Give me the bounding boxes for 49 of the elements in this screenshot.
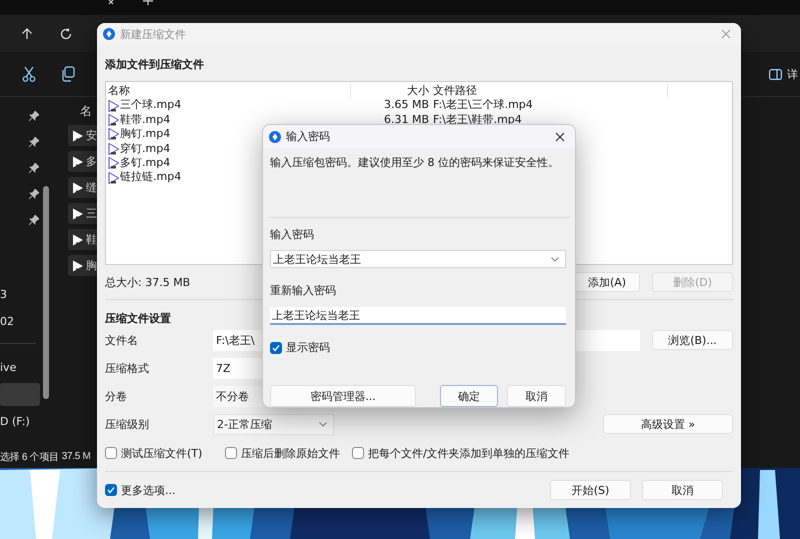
dialog-button[interactable]: 密码管理器... (270, 385, 416, 407)
dialog-button[interactable]: 取消 (507, 385, 566, 407)
total-size: 总大小: 37.5 MB (105, 274, 190, 290)
checkbox-label: 把每个文件/文件夹添加到单独的压缩文件 (368, 446, 570, 460)
column-header[interactable]: 大小 (351, 84, 433, 98)
file-name: 多钉.mp4 (120, 156, 170, 170)
input-field[interactable]: 2-正常压缩 (213, 414, 334, 434)
field-label: 分卷 (105, 388, 128, 404)
column-header[interactable]: 名称 (106, 84, 351, 98)
sidebar-item[interactable]: D (F:) (0, 410, 40, 433)
dialog-button[interactable]: 开始(S) (550, 480, 631, 500)
sidebar-item[interactable]: 3 (0, 283, 40, 306)
field-label: 重新输入密码 (270, 284, 337, 298)
sidebar-item[interactable]: ive (0, 356, 40, 379)
section-heading: 添加文件到压缩文件 (105, 58, 204, 72)
field-label: 压缩格式 (105, 360, 150, 376)
section-heading: 压缩文件设置 (105, 312, 171, 326)
list-button[interactable]: 添加(A) (574, 272, 640, 292)
file-size: 6.31 MB (384, 112, 429, 126)
checkbox-label: 更多选项... (121, 482, 176, 498)
file-path: F:\老王\三个球.mp4 (433, 98, 533, 112)
dialog-button[interactable]: 确定 (440, 385, 498, 407)
column-header[interactable]: 名 (68, 103, 97, 121)
browse-button[interactable]: 浏览(B)... (652, 330, 733, 350)
file-path: F:\老王\鞋带.mp4 (433, 112, 522, 126)
file-name: 鞋带.mp4 (120, 112, 170, 128)
checkbox-label: 测试压缩文件(T) (121, 446, 202, 460)
file-name: 胸钉.mp4 (120, 127, 170, 142)
file-name: 链拉链.mp4 (120, 170, 182, 185)
dialog-button[interactable]: 取消 (642, 480, 723, 500)
field-label: 输入密码 (270, 228, 315, 242)
details-button[interactable]: 详 (787, 66, 798, 82)
field-label: 压缩级别 (105, 416, 150, 432)
window-title: 输入密码 (286, 129, 331, 144)
instruction-text: 输入压缩包密码。建议使用至少 8 位的密码来保证安全性。 (270, 156, 560, 170)
window-title: 新建压缩文件 (120, 26, 187, 42)
column-header[interactable]: 文件路径 (433, 84, 668, 98)
advanced-settings-button[interactable]: 高级设置 » (603, 414, 733, 434)
file-name: 穿钉.mp4 (120, 142, 170, 156)
file-name: 三个球.mp4 (120, 98, 182, 113)
sidebar-item[interactable]: 02 (0, 310, 40, 333)
file-size: 3.65 MB (384, 98, 429, 112)
selection-size: 37.5 M (62, 451, 90, 462)
checkbox-label: 显示密码 (286, 340, 330, 355)
checkbox-label: 压缩后删除原始文件 (241, 446, 340, 460)
selection-status: 选择 6 个项目 (0, 450, 59, 464)
confirm-password-field[interactable]: 上老王论坛当老王 (270, 307, 566, 325)
field-label: 文件名 (105, 332, 139, 348)
password-field[interactable]: 上老王论坛当老王 (270, 250, 566, 268)
